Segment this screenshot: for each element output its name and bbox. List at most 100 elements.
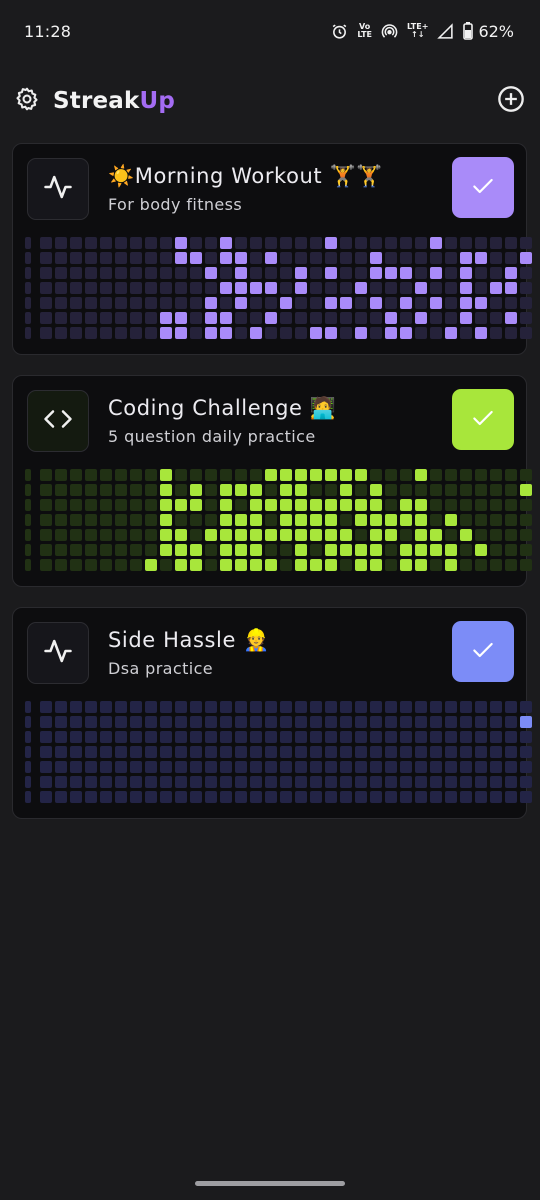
heatmap-cell-empty [40, 731, 52, 743]
heatmap-cell-done [265, 252, 277, 264]
heatmap-cell-empty [520, 746, 532, 758]
heatmap-cell-empty [355, 731, 367, 743]
heatmap-cell-done [505, 267, 517, 279]
habit-card-side-hassle[interactable]: Side Hassle 👷 Dsa practice [12, 607, 532, 819]
heatmap-cell-empty [400, 282, 412, 294]
heatmap-cell-done [355, 514, 367, 526]
complete-today-button[interactable] [452, 389, 514, 450]
heatmap-cell-done [235, 267, 247, 279]
status-time: 11:28 [24, 21, 72, 41]
heatmap-cell-empty [55, 327, 67, 339]
heatmap-cell-empty [520, 282, 532, 294]
heatmap-cell-empty [55, 267, 67, 279]
heatmap-cell-empty [115, 701, 127, 713]
battery-percent: 62% [478, 21, 514, 41]
heatmap-cell-empty [130, 297, 142, 309]
heatmap-cell-empty [355, 484, 367, 496]
heatmap-cell-empty [400, 469, 412, 481]
heatmap-cell-done [190, 484, 202, 496]
heatmap-cell-empty [130, 267, 142, 279]
heatmap-cell-done [520, 716, 532, 728]
heatmap-cell-empty [25, 312, 31, 324]
heatmap-cell-empty [55, 746, 67, 758]
add-habit-button[interactable] [497, 86, 525, 115]
habit-card-coding-challenge[interactable]: Coding Challenge 🧑‍💻 5 question daily pr… [12, 375, 532, 587]
heatmap-cell-done [280, 484, 292, 496]
heatmap-cell-empty [85, 267, 97, 279]
heatmap-cell-empty [445, 791, 457, 803]
settings-button[interactable] [14, 87, 40, 114]
home-indicator[interactable] [195, 1181, 345, 1186]
heatmap-cell-empty [100, 312, 112, 324]
heatmap-cell-done [370, 267, 382, 279]
heatmap-cell-empty [250, 267, 262, 279]
heatmap-cell-empty [295, 776, 307, 788]
heatmap-cell-done [295, 282, 307, 294]
heatmap-cell-empty [475, 559, 487, 571]
heatmap-cell-empty [280, 267, 292, 279]
heatmap-cell-empty [190, 791, 202, 803]
heatmap-cell-empty [55, 791, 67, 803]
alarm-icon [331, 23, 348, 40]
heatmap-cell-empty [430, 701, 442, 713]
heatmap-cell-empty [490, 746, 502, 758]
heatmap-cell-empty [430, 282, 442, 294]
heatmap-cell-empty [490, 469, 502, 481]
heatmap-cell-empty [280, 312, 292, 324]
heatmap-cell-done [295, 499, 307, 511]
heatmap-cell-empty [205, 791, 217, 803]
heatmap-cell-done [430, 529, 442, 541]
heatmap-cell-done [415, 312, 427, 324]
heatmap-cell-done [385, 514, 397, 526]
heatmap-cell-empty [235, 731, 247, 743]
heatmap-cell-done [205, 529, 217, 541]
heatmap-cell-empty [175, 514, 187, 526]
heatmap-cell-empty [415, 484, 427, 496]
heatmap-cell-empty [370, 731, 382, 743]
heatmap-cell-empty [130, 282, 142, 294]
complete-today-button[interactable] [452, 157, 514, 218]
heatmap-cell-empty [340, 761, 352, 773]
heatmap-cell-empty [265, 731, 277, 743]
heatmap-cell-empty [265, 297, 277, 309]
heatmap-cell-empty [520, 267, 532, 279]
heatmap-cell-empty [190, 776, 202, 788]
heatmap-cell-empty [100, 776, 112, 788]
heatmap-cell-empty [70, 559, 82, 571]
heatmap-cell-empty [25, 544, 31, 556]
heatmap-cell-empty [265, 544, 277, 556]
data-arrows: ↑↓ [411, 30, 425, 39]
habit-card-morning-workout[interactable]: ☀️Morning Workout 🏋️🏋️ For body fitness [12, 143, 532, 355]
heatmap-cell-empty [280, 252, 292, 264]
heatmap-cell-empty [85, 529, 97, 541]
heatmap-cell-empty [220, 267, 232, 279]
heatmap-cell-empty [250, 716, 262, 728]
heatmap-cell-empty [55, 559, 67, 571]
heatmap-cell-empty [490, 776, 502, 788]
heatmap-cell-empty [25, 776, 31, 788]
heatmap-cell-done [340, 544, 352, 556]
heatmap-cell-empty [115, 282, 127, 294]
heatmap-cell-empty [520, 544, 532, 556]
heatmap-cell-empty [385, 731, 397, 743]
heatmap-cell-empty [115, 484, 127, 496]
heatmap-cell-empty [115, 761, 127, 773]
heatmap-cell-done [325, 529, 337, 541]
heatmap-cell-empty [130, 776, 142, 788]
heatmap-cell-empty [25, 559, 31, 571]
heatmap-cell-empty [475, 701, 487, 713]
heatmap-cell-empty [415, 716, 427, 728]
heatmap-cell-done [460, 282, 472, 294]
heatmap-cell-empty [130, 327, 142, 339]
complete-today-button[interactable] [452, 621, 514, 682]
heatmap-cell-done [415, 559, 427, 571]
heatmap-cell-empty [70, 746, 82, 758]
heatmap-cell-empty [220, 761, 232, 773]
heatmap-cell-empty [235, 312, 247, 324]
heatmap-cell-empty [55, 716, 67, 728]
heatmap-cell-empty [325, 716, 337, 728]
heatmap-cell-empty [160, 761, 172, 773]
heatmap-cell-done [250, 282, 262, 294]
heatmap-cell-done [265, 282, 277, 294]
heatmap-cell-empty [280, 716, 292, 728]
